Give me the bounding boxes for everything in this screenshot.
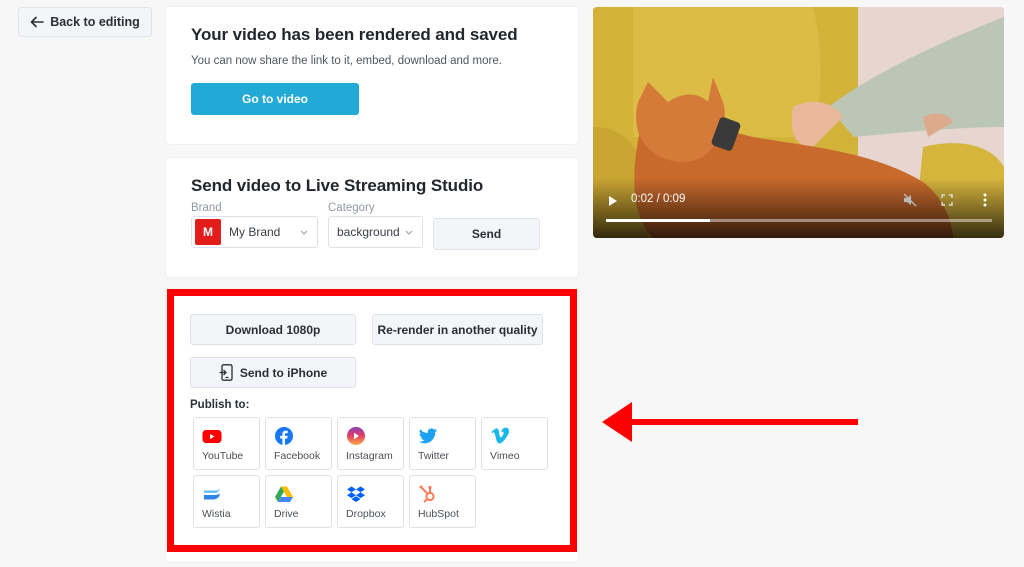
platform-label: Vimeo bbox=[490, 450, 520, 462]
send-button[interactable]: Send bbox=[433, 218, 540, 250]
phone-send-icon bbox=[219, 364, 233, 381]
platform-label: Instagram bbox=[346, 450, 393, 462]
category-label: Category bbox=[328, 202, 375, 214]
back-to-editing-button[interactable]: Back to editing bbox=[18, 7, 152, 37]
publish-wistia[interactable]: Wistia bbox=[193, 475, 260, 528]
video-player[interactable]: 0:02 / 0:09 bbox=[593, 7, 1004, 238]
muted-icon[interactable] bbox=[903, 193, 917, 207]
video-controls bbox=[593, 178, 1004, 238]
arrow-left-icon bbox=[30, 16, 45, 28]
download-label: Download 1080p bbox=[225, 322, 321, 337]
platform-label: YouTube bbox=[202, 450, 244, 462]
back-to-editing-label: Back to editing bbox=[50, 15, 140, 29]
publish-platforms-grid: YouTube Facebook Instagram Twitter Vimeo… bbox=[193, 417, 554, 528]
publish-drive[interactable]: Drive bbox=[265, 475, 332, 528]
category-field: Category background bbox=[328, 202, 423, 250]
platform-label: Twitter bbox=[418, 450, 449, 462]
video-progress-bar[interactable] bbox=[606, 219, 992, 222]
annotation-arrow-icon bbox=[602, 402, 858, 442]
publish-facebook[interactable]: Facebook bbox=[265, 417, 332, 470]
video-progress-fill bbox=[606, 219, 711, 222]
dropbox-icon bbox=[347, 486, 365, 502]
actions-card: Download 1080p Re-render in another qual… bbox=[166, 291, 578, 562]
vimeo-icon bbox=[491, 427, 510, 444]
platform-label: Wistia bbox=[202, 508, 231, 520]
brand-avatar: M bbox=[195, 219, 221, 245]
youtube-icon bbox=[202, 430, 222, 443]
publish-dropbox[interactable]: Dropbox bbox=[337, 475, 404, 528]
rerender-button[interactable]: Re-render in another quality bbox=[372, 314, 543, 345]
rendered-card: Your video has been rendered and saved Y… bbox=[166, 7, 578, 144]
hubspot-icon bbox=[419, 485, 435, 503]
video-time: 0:02 / 0:09 bbox=[631, 193, 686, 205]
publish-vimeo[interactable]: Vimeo bbox=[481, 417, 548, 470]
brand-value: My Brand bbox=[229, 225, 281, 239]
rendered-subtitle: You can now share the link to it, embed,… bbox=[191, 55, 502, 67]
live-streaming-card: Send video to Live Streaming Studio Bran… bbox=[166, 158, 578, 277]
download-1080p-button[interactable]: Download 1080p bbox=[190, 314, 356, 345]
chevron-down-icon bbox=[300, 230, 308, 235]
brand-select[interactable]: M My Brand bbox=[191, 216, 318, 248]
google-drive-icon bbox=[275, 486, 293, 502]
play-icon[interactable] bbox=[608, 195, 618, 207]
category-value: background bbox=[337, 225, 400, 239]
publish-twitter[interactable]: Twitter bbox=[409, 417, 476, 470]
brand-label: Brand bbox=[191, 202, 222, 214]
live-streaming-title: Send video to Live Streaming Studio bbox=[191, 176, 484, 195]
rerender-label: Re-render in another quality bbox=[377, 322, 538, 337]
brand-field: Brand M My Brand bbox=[191, 202, 318, 250]
platform-label: HubSpot bbox=[418, 508, 459, 520]
go-to-video-button[interactable]: Go to video bbox=[191, 83, 359, 115]
publish-youtube[interactable]: YouTube bbox=[193, 417, 260, 470]
publish-hubspot[interactable]: HubSpot bbox=[409, 475, 476, 528]
rendered-title: Your video has been rendered and saved bbox=[191, 25, 518, 44]
instagram-icon bbox=[347, 427, 365, 445]
platform-label: Dropbox bbox=[346, 508, 386, 520]
publish-to-label: Publish to: bbox=[190, 399, 250, 411]
chevron-down-icon bbox=[405, 230, 413, 235]
wistia-icon bbox=[204, 488, 220, 500]
category-select[interactable]: background bbox=[328, 216, 423, 248]
send-to-iphone-label: Send to iPhone bbox=[239, 365, 328, 380]
platform-label: Facebook bbox=[274, 450, 321, 462]
fullscreen-icon[interactable] bbox=[941, 194, 953, 206]
twitter-icon bbox=[418, 428, 438, 444]
platform-label: Drive bbox=[274, 508, 299, 520]
publish-instagram[interactable]: Instagram bbox=[337, 417, 404, 470]
more-options-icon[interactable] bbox=[983, 193, 987, 207]
send-to-iphone-button[interactable]: Send to iPhone bbox=[190, 357, 356, 388]
facebook-icon bbox=[275, 427, 293, 445]
